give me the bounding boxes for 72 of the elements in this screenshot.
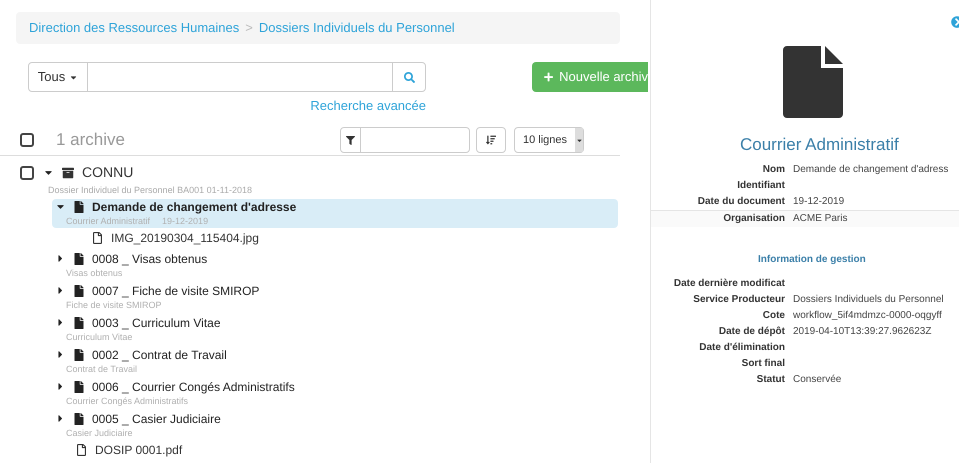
file-name[interactable]: IMG_20190304_115404.jpg xyxy=(111,228,259,246)
field-label: Nom xyxy=(762,162,785,176)
filter-icon xyxy=(346,136,355,144)
scope-dropdown[interactable]: Tous xyxy=(28,62,88,92)
document-type: Courrier Administratif xyxy=(66,214,150,226)
document-type: Casier Judiciaire xyxy=(66,426,133,438)
document-title: 0006 _ Courrier Congés Administratifs xyxy=(92,378,295,396)
document-type: Courrier Congés Administratifs xyxy=(66,394,188,406)
page-size-select[interactable]: 10 lignes xyxy=(514,127,584,153)
sort-button[interactable] xyxy=(476,127,506,153)
file-icon xyxy=(76,444,87,456)
field-value: 19-12-2019 xyxy=(792,194,844,208)
field-label: Identifiant xyxy=(736,178,785,192)
document-icon xyxy=(783,46,843,118)
field-value: workflow_5if4mdmzc-0000-oqgyff xyxy=(792,308,942,322)
tree-item[interactable]: 0005 _ Casier Judiciaire Casier Judiciaire xyxy=(52,410,618,440)
tree-item[interactable]: Demande de changement d'adresse Courrier Administratif 19-12-2019 xyxy=(52,198,618,228)
document-icon xyxy=(74,316,84,328)
document-icon xyxy=(74,348,84,360)
field-value: Dossiers Individuels du Personnel xyxy=(792,292,944,306)
field-label: Date dernière modificat xyxy=(672,276,785,290)
caret-icon xyxy=(576,136,582,144)
document-icon xyxy=(74,412,84,424)
archive-subtitle: Dossier Individuel du Personnel BA001 01-11-2018 xyxy=(47,184,252,196)
detail-title: Courrier Administratif xyxy=(740,134,899,156)
field-value: ACME Paris xyxy=(792,212,848,226)
file-name[interactable]: DOSIP 0001.pdf xyxy=(95,440,182,458)
tree-item[interactable]: 0006 _ Courrier Congés Administratifs Courrier Congés Administratifs xyxy=(52,378,618,408)
archive-box-icon xyxy=(62,166,74,178)
archive-title[interactable]: CONNU xyxy=(82,162,134,183)
plus-icon xyxy=(544,72,554,82)
document-type: Curriculum Vitae xyxy=(66,330,132,342)
field-value: 2019-04-10T13:39:27.962623Z xyxy=(792,324,932,338)
archive-count: 1 archive xyxy=(56,129,125,152)
field-label: Date d'élimination xyxy=(698,340,785,354)
search-button[interactable] xyxy=(392,62,426,92)
document-title: 0007 _ Fiche de visite SMIROP xyxy=(92,282,260,300)
document-type: Visas obtenus xyxy=(66,266,122,278)
tree-item[interactable]: 0003 _ Curriculum Vitae Curriculum Vitae xyxy=(52,314,618,344)
tree-item[interactable]: 0007 _ Fiche de visite SMIROP Fiche de visite SMIROP xyxy=(52,282,618,312)
breadcrumb-separator: > xyxy=(245,19,253,38)
field-label: Date de dépôt xyxy=(718,324,785,338)
search-icon xyxy=(404,72,414,82)
document-title: 0003 _ Curriculum Vitae xyxy=(92,314,221,332)
field-label: Statut xyxy=(756,372,785,386)
document-icon xyxy=(74,252,84,264)
document-title: Demande de changement d'adresse xyxy=(92,198,296,216)
section-title: Information de gestion xyxy=(758,252,866,266)
sort-icon xyxy=(486,135,496,145)
field-label: Sort final xyxy=(740,356,785,370)
field-label: Organisation xyxy=(722,212,785,226)
document-title: 0005 _ Casier Judiciaire xyxy=(92,410,221,428)
tree-item[interactable]: 0002 _ Contrat de Travail Contrat de Travail xyxy=(52,346,618,376)
document-icon xyxy=(74,284,84,296)
document-title: 0002 _ Contrat de Travail xyxy=(92,346,227,364)
field-label: Date du document xyxy=(696,194,785,208)
tree-item[interactable]: 0008 _ Visas obtenus Visas obtenus xyxy=(52,250,618,280)
document-type: Fiche de visite SMIROP xyxy=(66,298,162,310)
document-title: 0008 _ Visas obtenus xyxy=(92,250,208,268)
document-icon xyxy=(74,200,84,212)
field-label: Service Producteur xyxy=(692,292,785,306)
filter-field[interactable] xyxy=(340,127,470,153)
document-icon xyxy=(74,380,84,392)
search-field[interactable] xyxy=(88,62,392,92)
checkbox[interactable] xyxy=(20,166,34,180)
document-type: Contrat de Travail xyxy=(66,362,138,374)
checkbox[interactable] xyxy=(20,133,34,147)
field-label: Cote xyxy=(762,308,785,322)
field-value: Conservée xyxy=(792,372,842,386)
document-date: 19-12-2019 xyxy=(162,214,208,226)
file-icon xyxy=(92,232,103,244)
field-value: Demande de changement d'adress xyxy=(792,162,948,176)
